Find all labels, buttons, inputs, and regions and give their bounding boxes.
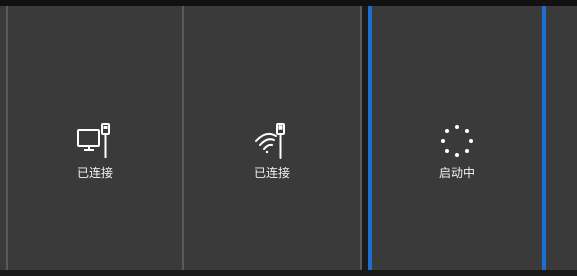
tile-starting[interactable]: 启动中: [372, 6, 542, 270]
tile-starting-status: 启动中: [438, 166, 475, 180]
loading-spinner-icon: [437, 122, 477, 162]
ethernet-connected-icon: [75, 122, 115, 162]
wifi-connected-icon: [252, 122, 292, 162]
right-edge-strip: [546, 6, 577, 270]
connection-tiles-window: 已连接 已连接 启动中: [0, 0, 577, 276]
tile-wifi-status: 已连接: [253, 166, 290, 180]
tile-wifi[interactable]: 已连接: [184, 6, 360, 270]
tile-ethernet[interactable]: 已连接: [8, 6, 182, 270]
tile-ethernet-status: 已连接: [76, 166, 113, 180]
tile-row: 已连接 已连接 启动中: [0, 6, 577, 276]
divider-2: [360, 6, 362, 270]
